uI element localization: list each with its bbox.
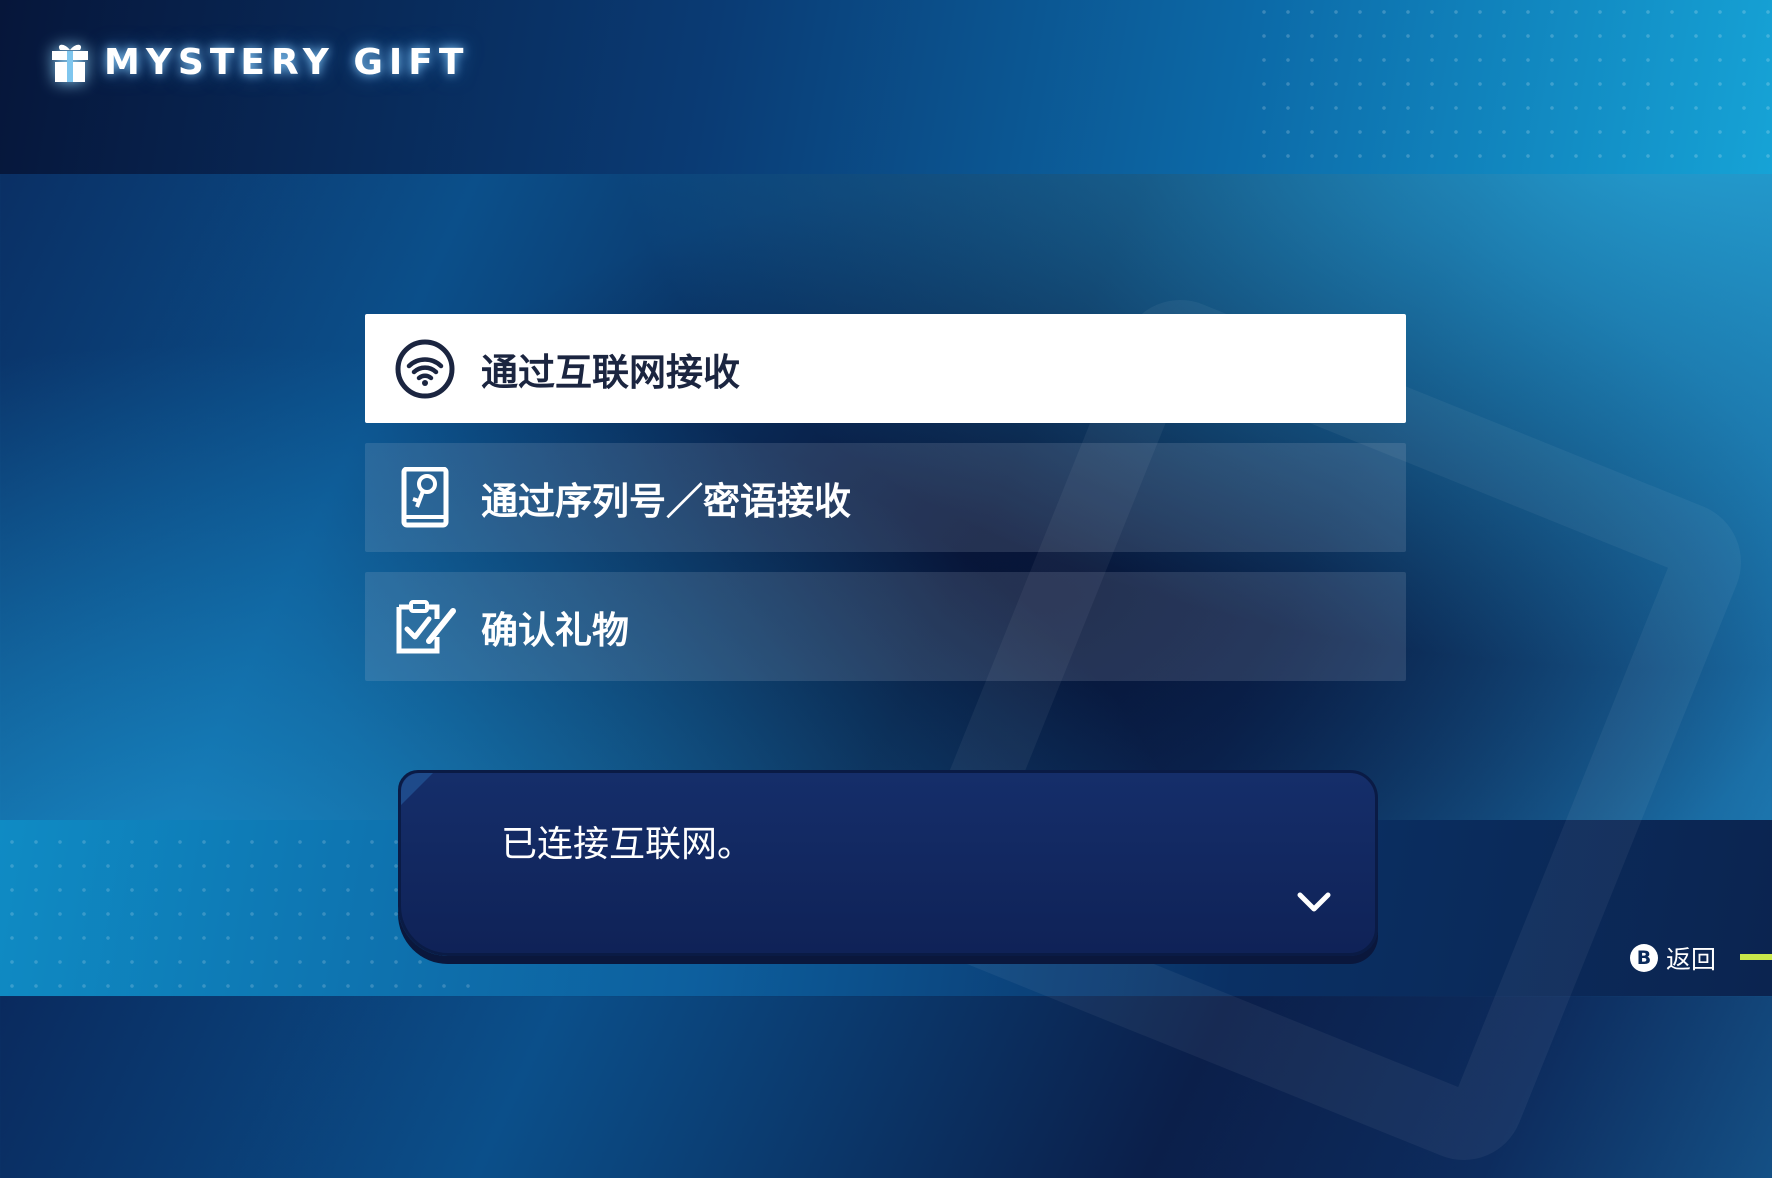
back-label: 返回 xyxy=(1666,945,1717,974)
gift-icon xyxy=(52,44,88,82)
dialog-corner-accent xyxy=(401,773,433,805)
page-title: MYSTERY GIFT xyxy=(104,41,470,83)
back-hint[interactable]: B 返回 xyxy=(1630,940,1716,976)
accent-line xyxy=(1740,954,1772,960)
menu-item-label: 通过互联网接收 xyxy=(481,350,740,394)
mystery-gift-menu: 通过互联网接收 通过序列号／密语接收 确认礼物 xyxy=(365,314,1406,701)
clipboard-check-icon xyxy=(393,595,457,659)
screen-header: MYSTERY GIFT xyxy=(50,40,469,84)
menu-item-check-gifts[interactable]: 确认礼物 xyxy=(365,572,1406,681)
dialog-message: 已连接互联网。 xyxy=(501,824,754,865)
dot-pattern-top xyxy=(1252,0,1772,170)
menu-item-receive-serial-code[interactable]: 通过序列号／密语接收 xyxy=(365,443,1406,552)
b-button-icon: B xyxy=(1630,944,1658,972)
menu-item-label: 确认礼物 xyxy=(481,608,629,652)
menu-item-label: 通过序列号／密语接收 xyxy=(481,479,851,523)
chevron-down-icon[interactable] xyxy=(1297,891,1331,913)
message-box[interactable]: 已连接互联网。 xyxy=(398,770,1378,956)
menu-item-receive-internet[interactable]: 通过互联网接收 xyxy=(365,314,1406,423)
wifi-icon xyxy=(393,337,457,401)
key-document-icon xyxy=(393,466,457,530)
